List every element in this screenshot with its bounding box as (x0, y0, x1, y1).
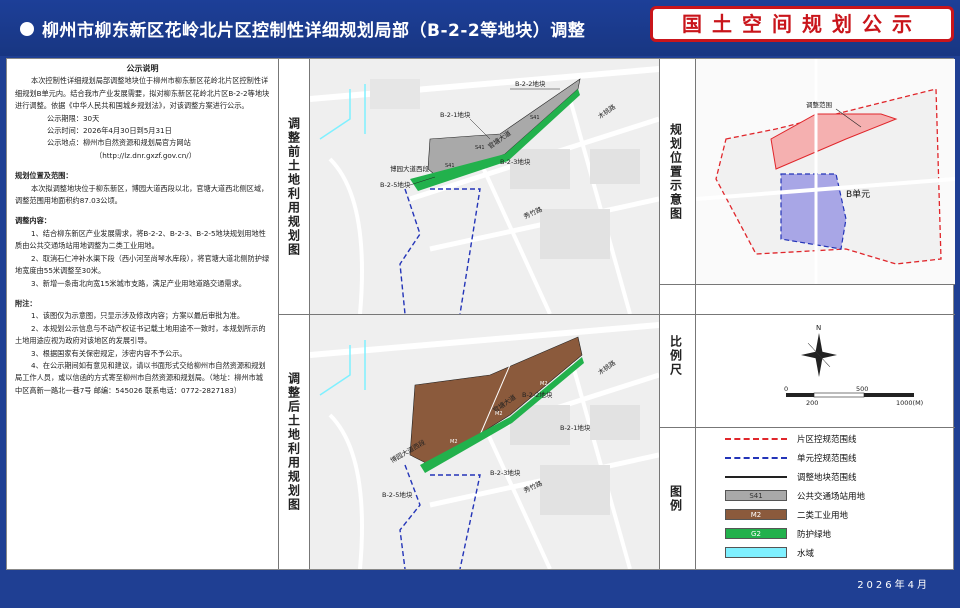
legend-item: 调整地块范围线 (717, 469, 857, 484)
location-text: 本次拟调整地块位于柳东新区，博园大道西段以北，官塘大道西北侧区域，调整范围用地面… (15, 183, 269, 206)
solid-line-symbol (725, 471, 787, 482)
notice-place: 公示地点：柳州市自然资源和规划局官方网站 (47, 138, 191, 148)
road-label: 博园大道西段 (390, 164, 430, 173)
public-notice-banner: 国土空间规划公示 (628, 0, 960, 48)
land-code: S41 (445, 163, 455, 169)
land-code: S41 (475, 145, 485, 151)
scale-tick: 200 (806, 399, 818, 407)
parcel-label: B-2-1地块 (440, 110, 471, 119)
notice-title: 公示说明 (126, 64, 159, 73)
blue-dash-line-symbol (725, 452, 787, 463)
before-land-use-map: 木桃路 秀竹路 官塘大道 博园大道西段 B-2-2地块 B-2-1地块 B-2-… (310, 59, 659, 314)
notice-intro: 本次控制性详细规划局部调整地块位于柳州市柳东新区花岭北片区控制性详细规划B单元内… (15, 76, 270, 111)
scale-panel: N 0 200 500 1000(M) (696, 285, 955, 427)
red-dash-line-symbol (725, 433, 787, 444)
legend-item: S41 公共交通场站用地 (717, 488, 865, 503)
notice-panel: 公示说明 本次控制性详细规划局部调整地块位于柳州市柳东新区花岭北片区控制性详细规… (7, 59, 279, 569)
legend-item: 水域 (717, 545, 814, 560)
section-notes: 附注： (15, 298, 37, 308)
legend-item: M2 二类工业用地 (717, 507, 848, 522)
land-code: M2 (540, 381, 548, 387)
divider (659, 427, 955, 428)
parcel-label: B-2-2地块 (522, 390, 553, 399)
parcel-label: B-2-1地块 (560, 423, 591, 432)
label-before-map: 调整前土地利用规划图 (286, 116, 301, 257)
g2-swatch: G2 (725, 528, 787, 539)
land-code: M2 (495, 411, 503, 417)
main-frame: 公示说明 本次控制性详细规划局部调整地块位于柳州市柳东新区花岭北片区控制性详细规… (6, 58, 955, 570)
water-swatch (725, 547, 787, 558)
parcel-label: B-2-3地块 (490, 468, 521, 477)
location-map: 调整范围 B单元 (696, 59, 955, 284)
legend-item: 片区控规范围线 (717, 431, 857, 446)
note-1: 1、该图仅为示意图，只显示涉及修改内容；方案以最后审批为准。 (31, 311, 245, 321)
note-4: 4、在公示期间如有意见和建议，请以书面形式交给柳州市自然资源和规划局工作人员，或… (15, 360, 266, 395)
scale-tick: 500 (856, 385, 868, 393)
page-title: 柳州市柳东新区花岭北片区控制性详细规划局部（B-2-2等地块）调整 (42, 21, 586, 41)
label-after-map: 调整后土地利用规划图 (286, 372, 301, 512)
note-3: 3、根据国家有关保密规定，涉密内容不予公示。 (31, 348, 187, 358)
scale-tick: 0 (784, 385, 788, 393)
range-label: 调整范围 (806, 100, 832, 109)
parcel-label: B-2-3地块 (500, 157, 531, 166)
notice-url[interactable]: （http://lz.dnr.gxzf.gov.cn/） (15, 150, 270, 162)
scale-tick: 1000(M) (896, 399, 923, 407)
land-code: M2 (450, 439, 458, 445)
notice-time: 公示时间：2026年4月30日到5月31日 (47, 126, 172, 136)
bullet-icon (20, 22, 34, 36)
parcel-label: B-2-2地块 (515, 79, 546, 88)
label-scale: 比例尺 (668, 335, 683, 377)
notice-period: 公示期限：30天 (47, 113, 100, 123)
legend-item: G2 防护绿地 (717, 526, 831, 541)
compass-icon (801, 333, 837, 377)
content-item-1: 1、结合柳东新区产业发展需求，将B-2-2、B-2-3、B-2-5地块规划用地性… (15, 228, 266, 251)
s41-swatch: S41 (725, 490, 787, 501)
parcel-label: B-2-5地块 (382, 490, 413, 499)
m2-swatch: M2 (725, 509, 787, 520)
note-2: 2、本规划公示信息与不动产权证书记载土地用途不一致时，本规划所示的土地用途应视为… (15, 323, 266, 346)
label-legend: 图例 (668, 484, 683, 513)
content-item-3: 3、新增一条南北向宽15米城市支路，满足产业用地道路交通需求。 (31, 278, 246, 288)
banner-label: 国土空间规划公示 (650, 6, 954, 42)
label-location-map: 规划位置示意图 (668, 122, 683, 221)
parcel-label: B-2-5地块 (380, 180, 411, 189)
section-location: 规划位置及范围： (15, 171, 73, 181)
after-land-use-map: 木桃路 秀竹路 官塘大道 博园大道西段 B-2-2地块 B-2-1地块 B-2-… (310, 315, 659, 569)
content-item-2: 2、取消石仁冲补水渠下段（西小河至尚琴水库段），将官塘大道北侧防护绿地宽度由55… (15, 253, 270, 276)
footer-date: 2026年4月 (857, 580, 930, 591)
legend-item: 单元控规范围线 (717, 450, 857, 465)
section-content: 调整内容： (15, 216, 51, 226)
north-label: N (816, 324, 821, 332)
unit-label: B单元 (846, 188, 870, 200)
land-code: S41 (530, 115, 540, 121)
